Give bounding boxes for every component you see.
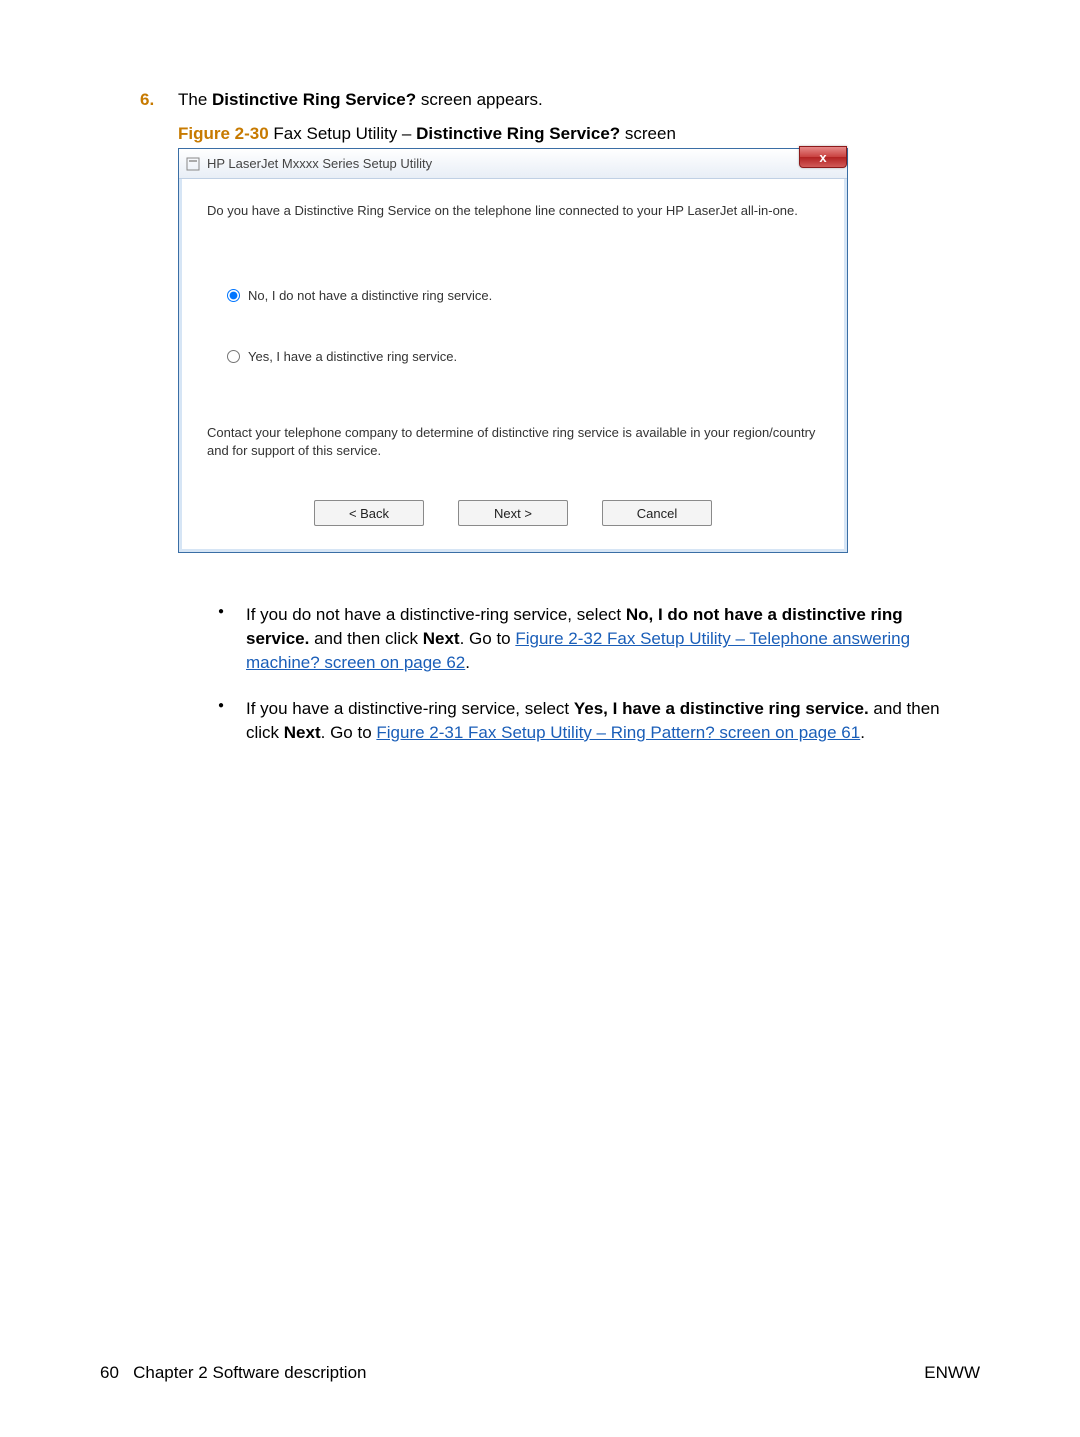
step-text-before: The — [178, 90, 212, 109]
dialog-window: HP LaserJet Mxxxx Series Setup Utility x… — [178, 148, 848, 553]
window-title: HP LaserJet Mxxxx Series Setup Utility — [207, 156, 432, 171]
back-button[interactable]: < Back — [314, 500, 424, 526]
footer-right: ENWW — [924, 1363, 980, 1383]
next-button[interactable]: Next > — [458, 500, 568, 526]
list-item: If you have a distinctive-ring service, … — [218, 697, 940, 745]
step-text-bold: Distinctive Ring Service? — [212, 90, 416, 109]
dialog-question: Do you have a Distinctive Ring Service o… — [207, 203, 819, 218]
close-button[interactable]: x — [799, 146, 847, 168]
radio-no[interactable] — [227, 289, 240, 302]
bullet2-b: Yes, I have a distinctive ring service. — [574, 699, 869, 718]
bullet1-c: and then click — [309, 629, 422, 648]
close-icon: x — [819, 150, 826, 165]
app-icon — [185, 156, 201, 172]
titlebar: HP LaserJet Mxxxx Series Setup Utility x — [179, 149, 847, 179]
bullet1-a: If you do not have a distinctive-ring se… — [246, 605, 626, 624]
bullet1-e: . Go to — [460, 629, 516, 648]
list-item: If you do not have a distinctive-ring se… — [218, 603, 940, 674]
step-text: The Distinctive Ring Service? screen app… — [178, 90, 543, 110]
figure-caption-bold: Distinctive Ring Service? — [416, 124, 620, 143]
bullet2-a: If you have a distinctive-ring service, … — [246, 699, 574, 718]
radio-yes[interactable] — [227, 350, 240, 363]
chapter-label: Chapter 2 Software description — [133, 1363, 366, 1382]
step-number: 6. — [140, 90, 178, 110]
dialog-note: Contact your telephone company to determ… — [207, 424, 819, 460]
radio-no-label: No, I do not have a distinctive ring ser… — [248, 288, 492, 303]
bullet1-d: Next — [423, 629, 460, 648]
cancel-button[interactable]: Cancel — [602, 500, 712, 526]
radio-yes-row[interactable]: Yes, I have a distinctive ring service. — [227, 349, 819, 364]
page-footer: 60 Chapter 2 Software description ENWW — [0, 1363, 1080, 1383]
figure-caption: Figure 2-30 Fax Setup Utility – Distinct… — [178, 124, 940, 144]
bullet1-f: . — [465, 653, 470, 672]
step-text-after: screen appears. — [416, 90, 543, 109]
figure-caption-after: screen — [620, 124, 676, 143]
link-figure-2-31[interactable]: Figure 2-31 Fax Setup Utility – Ring Pat… — [376, 723, 860, 742]
dialog-buttons: < Back Next > Cancel — [207, 500, 819, 534]
figure-label: Figure 2-30 — [178, 124, 269, 143]
radio-no-row[interactable]: No, I do not have a distinctive ring ser… — [227, 288, 819, 303]
dialog-body: Do you have a Distinctive Ring Service o… — [179, 179, 847, 552]
figure-caption-before: Fax Setup Utility – — [269, 124, 416, 143]
instruction-list: If you do not have a distinctive-ring se… — [218, 603, 940, 744]
bullet2-d: Next — [284, 723, 321, 742]
bullet2-e: . Go to — [321, 723, 377, 742]
radio-yes-label: Yes, I have a distinctive ring service. — [248, 349, 457, 364]
bullet2-f: . — [860, 723, 865, 742]
page-number: 60 — [100, 1363, 119, 1382]
